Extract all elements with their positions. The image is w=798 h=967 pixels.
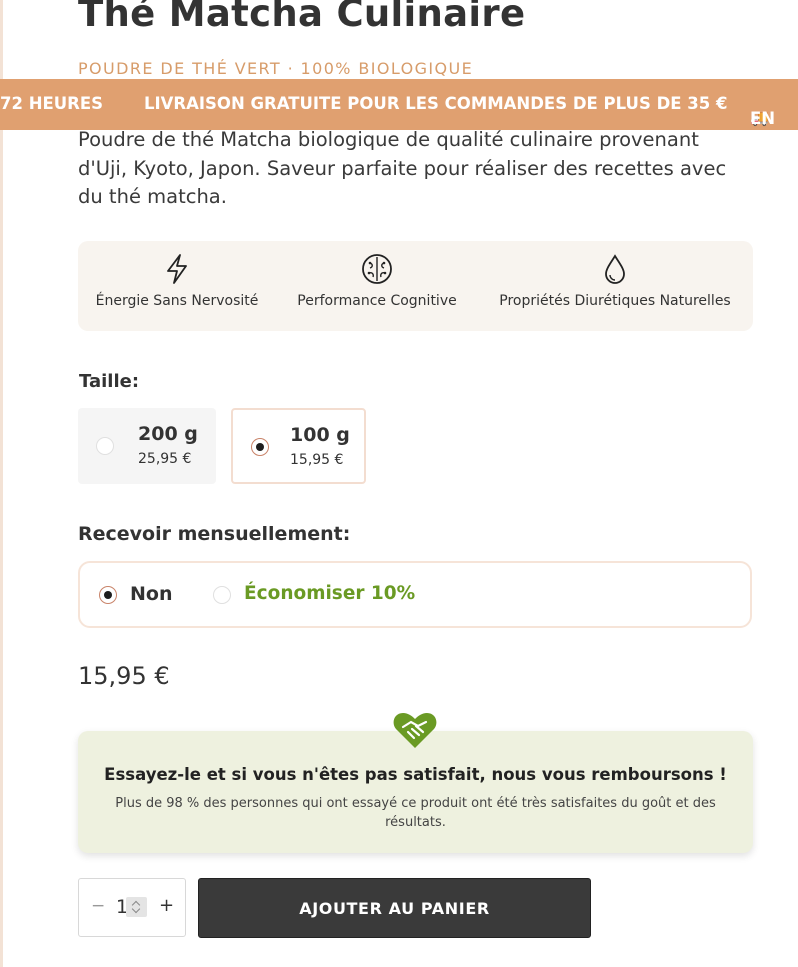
product-price: 15,95 € <box>78 662 170 690</box>
guarantee-text: Plus de 98 % des personnes qui ont essay… <box>115 796 716 830</box>
quantity-decrease-button[interactable]: − <box>91 896 105 916</box>
subscription-option-no[interactable]: Non <box>130 583 172 605</box>
size-radio[interactable] <box>96 437 114 455</box>
size-weight: 100 g <box>290 424 350 446</box>
size-weight: 200 g <box>138 423 198 445</box>
benefit-energy: Énergie Sans Nervosité <box>90 253 264 309</box>
benefit-diuretic: Propriétés Diurétiques Naturelles <box>492 253 738 309</box>
ticker-item: 72 HEURES <box>0 94 104 113</box>
subscription-radio-save[interactable] <box>213 586 231 604</box>
benefit-label: Propriétés Diurétiques Naturelles <box>499 293 731 309</box>
product-title: Thé Matcha Culinaire <box>78 0 526 35</box>
product-description: Poudre de thé Matcha biologique de quali… <box>78 128 727 208</box>
announcement-ticker: 72 HEURES LIVRAISON GRATUITE POUR LES CO… <box>0 79 798 130</box>
subscription-option-save[interactable]: Économiser 10% <box>244 583 415 604</box>
benefit-label: Énergie Sans Nervosité <box>95 293 259 309</box>
ticker-item: LIVRAISON GRATUITE POUR LES COMMANDES DE… <box>144 94 728 113</box>
quantity-stepper: − 1 + <box>78 878 186 937</box>
size-option-200g[interactable]: 200 g 25,95 € <box>78 408 216 484</box>
size-radio[interactable] <box>251 438 269 456</box>
water-drop-icon <box>605 254 625 284</box>
size-price: 15,95 € <box>290 452 344 468</box>
size-option-100g[interactable]: 100 g 15,95 € <box>231 408 366 484</box>
handshake-heart-icon <box>393 713 437 748</box>
left-edge-rail <box>0 0 3 967</box>
add-to-cart-button[interactable]: AJOUTER AU PANIER <box>198 878 591 938</box>
size-label: Taille: <box>79 371 140 392</box>
subscription-label: Recevoir mensuellement: <box>78 523 351 545</box>
subscription-radio-no[interactable] <box>99 586 117 604</box>
lightning-icon <box>167 254 187 284</box>
guarantee-title: Essayez-le et si vous n'êtes pas satisfa… <box>104 765 727 784</box>
product-subtitle: POUDRE DE THÉ VERT · 100% BIOLOGIQUE <box>78 59 474 78</box>
subscription-options: Non Économiser 10% <box>78 561 752 628</box>
benefit-label: Performance Cognitive <box>297 293 457 309</box>
size-price: 25,95 € <box>138 451 192 467</box>
benefits-panel: Énergie Sans Nervosité Performance Cogni… <box>78 241 753 331</box>
quantity-increase-button[interactable]: + <box>159 895 174 916</box>
quantity-spinner[interactable] <box>126 897 147 917</box>
benefit-cognitive: Performance Cognitive <box>290 253 464 309</box>
brain-icon <box>362 254 392 284</box>
